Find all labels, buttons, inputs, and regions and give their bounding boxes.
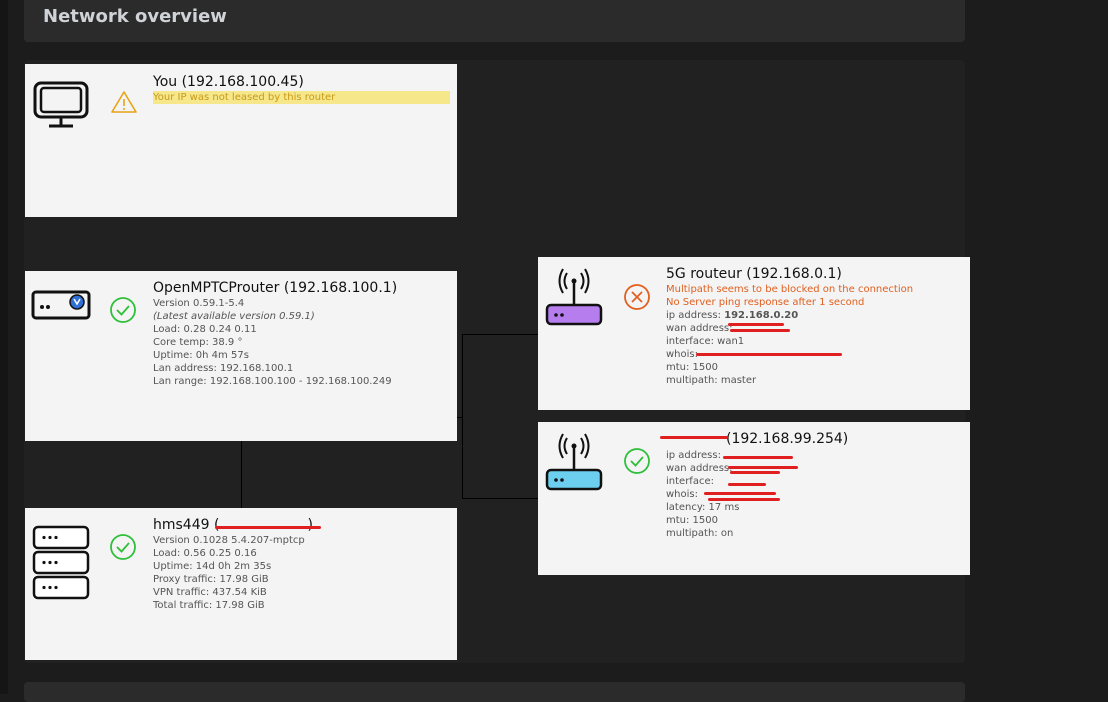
redaction-mark bbox=[723, 456, 793, 459]
redaction-mark bbox=[728, 483, 766, 486]
page-title: Network overview bbox=[43, 6, 227, 27]
ok-check-icon bbox=[110, 534, 136, 560]
wan1-details: Multipath seems to be blocked on the con… bbox=[666, 283, 913, 387]
wan1-node[interactable]: 5G routeur (192.168.0.1) Multipath seems… bbox=[538, 257, 970, 410]
redaction-mark bbox=[728, 323, 784, 326]
redaction-mark bbox=[660, 436, 728, 439]
connector-wan2 bbox=[462, 498, 538, 499]
router-details: Version 0.59.1-5.4 (Latest available ver… bbox=[153, 297, 392, 388]
server-node[interactable]: hms449 () Version 0.1028 5.4.207-mptcp L… bbox=[25, 508, 457, 660]
router-load: Load: 0.28 0.24 0.11 bbox=[153, 324, 257, 335]
router-version: Version 0.59.1-5.4 bbox=[153, 298, 245, 309]
server-proxy-traffic: Proxy traffic: 17.98 GiB bbox=[153, 574, 269, 585]
server-icon bbox=[32, 525, 90, 600]
router-latest-version: (Latest available version 0.59.1) bbox=[153, 311, 315, 322]
server-uptime: Uptime: 14d 0h 2m 35s bbox=[153, 561, 272, 572]
server-title-name: hms449 ( bbox=[153, 517, 220, 533]
wan1-error-multipath: Multipath seems to be blocked on the con… bbox=[666, 284, 914, 295]
router-lan-address: Lan address: 192.168.100.1 bbox=[153, 363, 294, 374]
section-header: Network overview bbox=[24, 0, 965, 42]
wan1-multipath: multipath: master bbox=[666, 375, 757, 386]
connector-router-server bbox=[241, 441, 242, 509]
warning-icon bbox=[111, 91, 137, 113]
server-total-traffic: Total traffic: 17.98 GiB bbox=[153, 600, 265, 611]
router-core-temp: Core temp: 38.9 ° bbox=[153, 337, 243, 348]
router-lan-range: Lan range: 192.168.100.100 - 192.168.100… bbox=[153, 376, 392, 387]
wan2-title: (192.168.99.254) bbox=[726, 431, 849, 447]
wireless-router-icon bbox=[545, 268, 603, 326]
wan2-latency: latency: 17 ms bbox=[666, 502, 740, 513]
server-title-end: ) bbox=[307, 517, 313, 533]
connector-wan1 bbox=[462, 334, 538, 335]
error-x-icon bbox=[624, 284, 650, 310]
redaction-mark bbox=[730, 471, 780, 474]
server-version: Version 0.1028 5.4.207-mptcp bbox=[153, 535, 305, 546]
wan2-mtu: mtu: 1500 bbox=[666, 515, 718, 526]
wan1-interface: interface: wan1 bbox=[666, 336, 745, 347]
client-title: You (192.168.100.45) bbox=[153, 74, 304, 90]
server-load: Load: 0.56 0.25 0.16 bbox=[153, 548, 257, 559]
redaction-mark bbox=[708, 498, 780, 501]
wan1-title: 5G routeur (192.168.0.1) bbox=[666, 266, 842, 282]
wan2-interface: interface: bbox=[666, 476, 714, 487]
wireless-router-icon bbox=[545, 433, 603, 491]
router-node[interactable]: OpenMPTCProuter (192.168.100.1) Version … bbox=[25, 271, 457, 441]
client-details: Your IP was not leased by this router bbox=[153, 91, 450, 104]
left-edge-strip bbox=[0, 0, 8, 694]
redaction-mark bbox=[730, 329, 790, 332]
router-title: OpenMPTCProuter (192.168.100.1) bbox=[153, 280, 398, 296]
redaction-mark bbox=[704, 492, 776, 495]
client-node[interactable]: You (192.168.100.45) Your IP was not lea… bbox=[25, 64, 457, 217]
connector-wan-vertical bbox=[462, 334, 463, 499]
lease-warning: Your IP was not leased by this router bbox=[153, 91, 450, 104]
ok-check-icon bbox=[110, 297, 136, 323]
server-title: hms449 () bbox=[153, 517, 313, 533]
redaction-mark bbox=[728, 466, 798, 469]
redaction-mark bbox=[215, 526, 321, 529]
router-device-icon bbox=[31, 290, 91, 320]
wan1-error-ping: No Server ping response after 1 second bbox=[666, 297, 865, 308]
ok-check-icon bbox=[624, 448, 650, 474]
router-uptime: Uptime: 0h 4m 57s bbox=[153, 350, 249, 361]
wan1-ip: ip address: 192.168.0.20 bbox=[666, 310, 799, 321]
wan2-node[interactable]: (192.168.99.254) ip address: wan address… bbox=[538, 422, 970, 575]
server-details: Version 0.1028 5.4.207-mptcp Load: 0.56 … bbox=[153, 534, 305, 612]
wan2-multipath: multipath: on bbox=[666, 528, 734, 539]
monitor-icon bbox=[33, 81, 89, 128]
server-vpn-traffic: VPN traffic: 437.54 KiB bbox=[153, 587, 267, 598]
redaction-mark bbox=[696, 353, 842, 356]
next-section-header bbox=[24, 682, 965, 702]
wan1-mtu: mtu: 1500 bbox=[666, 362, 718, 373]
